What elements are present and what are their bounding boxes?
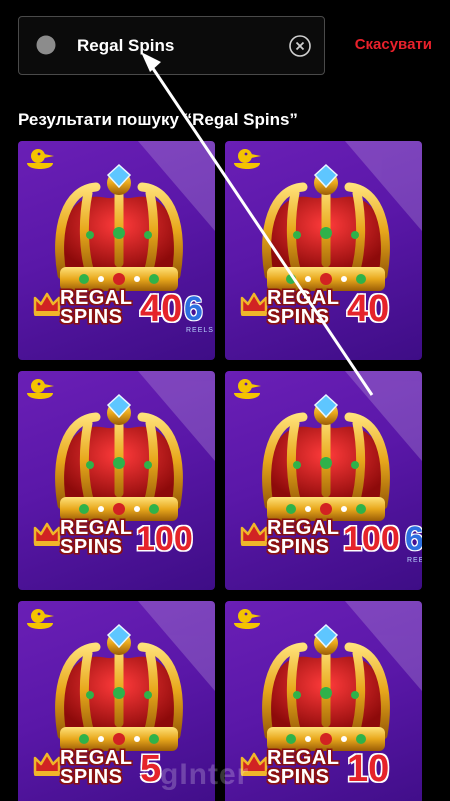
game-title-word2: SPINS	[267, 536, 330, 558]
game-title-word2: SPINS	[267, 766, 330, 788]
mini-crown-icon	[33, 292, 61, 316]
mini-crown-icon	[240, 292, 268, 316]
game-title-word2: SPINS	[267, 306, 330, 328]
game-logo: REGAL SPINS 100 6 REELS	[239, 517, 422, 573]
search-input[interactable]	[77, 31, 277, 61]
game-tile[interactable]: REGAL SPINS 10	[225, 601, 422, 801]
search-icon	[36, 35, 56, 55]
game-title-number: 5	[140, 748, 162, 790]
game-tile[interactable]: REGAL SPINS 40 6 REELS	[18, 141, 215, 360]
game-title-number: 40	[347, 288, 390, 330]
game-title-word2: SPINS	[60, 766, 123, 788]
results-title: Результати пошуку “Regal Spins”	[18, 110, 298, 129]
clear-icon[interactable]	[288, 34, 312, 58]
game-reels-label: REELS	[407, 557, 422, 564]
crown-icon	[55, 623, 183, 751]
game-title-number: 10	[347, 748, 390, 790]
game-grid: REGAL SPINS 40 6 REELS REGAL SPINS 40 RE…	[18, 141, 422, 801]
mini-crown-icon	[33, 522, 61, 546]
crown-icon	[262, 163, 390, 291]
crown-icon	[262, 393, 390, 521]
mini-crown-icon	[240, 522, 268, 546]
game-title-number: 40	[140, 288, 183, 330]
mini-crown-icon	[33, 752, 61, 776]
game-title-word2: SPINS	[60, 536, 123, 558]
crown-icon	[55, 163, 183, 291]
game-logo: REGAL SPINS 40	[239, 287, 419, 343]
game-tile[interactable]: REGAL SPINS 40	[225, 141, 422, 360]
game-tile[interactable]: REGAL SPINS 100	[18, 371, 215, 590]
game-reels-count: 6	[405, 520, 422, 558]
crown-icon	[262, 623, 390, 751]
search-bar: Скасувати	[18, 16, 432, 75]
game-tile[interactable]: REGAL SPINS 100 6 REELS	[225, 371, 422, 590]
game-title-word2: SPINS	[60, 306, 123, 328]
game-logo: REGAL SPINS 100	[32, 517, 212, 573]
game-title-number: 100	[136, 520, 193, 558]
search-field[interactable]	[18, 16, 325, 75]
game-title-number: 100	[343, 520, 400, 558]
game-reels-count: 6	[184, 290, 203, 328]
watermark: gInter	[160, 758, 250, 791]
game-logo: REGAL SPINS 40 6 REELS	[32, 287, 214, 343]
crown-icon	[55, 393, 183, 521]
game-reels-label: REELS	[186, 327, 214, 334]
game-logo: REGAL SPINS 10	[239, 747, 419, 801]
cancel-button[interactable]: Скасувати	[355, 36, 432, 53]
